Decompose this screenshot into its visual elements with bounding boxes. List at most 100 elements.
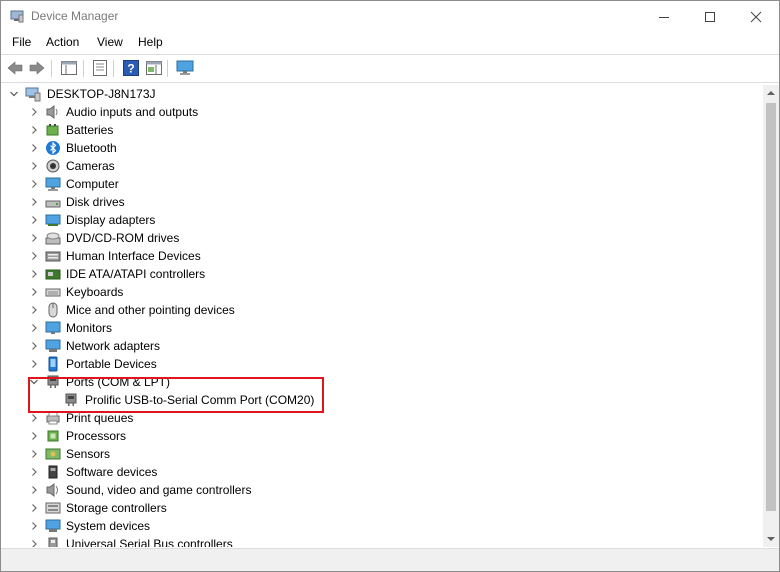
chevron-right-icon[interactable]	[27, 411, 41, 425]
show-hide-console-tree-button[interactable]	[60, 59, 78, 77]
chevron-right-icon[interactable]	[27, 159, 41, 173]
tree-category-row[interactable]: Network adapters	[1, 337, 761, 355]
category-label: Computer	[66, 177, 119, 191]
tree-category-row[interactable]: Portable Devices	[1, 355, 761, 373]
chevron-right-icon[interactable]	[27, 501, 41, 515]
chevron-right-icon[interactable]	[27, 303, 41, 317]
menu-help[interactable]: Help	[138, 35, 163, 49]
sound-controller-icon	[45, 482, 61, 498]
usb-controller-icon	[45, 536, 61, 547]
chevron-right-icon[interactable]	[27, 267, 41, 281]
vertical-scrollbar[interactable]	[763, 85, 779, 547]
tree-category-row[interactable]: Sound, video and game controllers	[1, 481, 761, 499]
chevron-right-icon[interactable]	[27, 357, 41, 371]
chevron-right-icon[interactable]	[27, 285, 41, 299]
chevron-down-icon[interactable]	[7, 87, 21, 101]
keyboard-icon	[45, 284, 61, 300]
tree-category-row[interactable]: Software devices	[1, 463, 761, 481]
menu-view[interactable]: View	[97, 35, 123, 49]
chevron-right-icon[interactable]	[27, 213, 41, 227]
tree-category-row[interactable]: Universal Serial Bus controllers	[1, 535, 761, 547]
forward-arrow-icon	[29, 61, 45, 75]
tree-category-row[interactable]: Keyboards	[1, 283, 761, 301]
action-pane-button[interactable]	[145, 59, 163, 77]
tree-category-row[interactable]: Batteries	[1, 121, 761, 139]
menu-file[interactable]: File	[12, 35, 31, 49]
tree-category-row[interactable]: Bluetooth	[1, 139, 761, 157]
tree-category-row[interactable]: Computer	[1, 175, 761, 193]
chevron-right-icon[interactable]	[27, 537, 41, 547]
tree-category-row[interactable]: Sensors	[1, 445, 761, 463]
tree-category-row[interactable]: System devices	[1, 517, 761, 535]
bluetooth-icon	[45, 140, 61, 156]
tree-category-row[interactable]: Print queues	[1, 409, 761, 427]
battery-icon	[45, 122, 61, 138]
tree-category-row[interactable]: Cameras	[1, 157, 761, 175]
mouse-icon	[45, 302, 61, 318]
back-button[interactable]	[6, 59, 24, 77]
tree-category-row[interactable]: IDE ATA/ATAPI controllers	[1, 265, 761, 283]
chevron-right-icon[interactable]	[27, 429, 41, 443]
category-label: Cameras	[66, 159, 115, 173]
category-label: Processors	[66, 429, 127, 443]
port-icon	[45, 374, 61, 390]
chevron-right-icon[interactable]	[27, 483, 41, 497]
tree-category-row[interactable]: Disk drives	[1, 193, 761, 211]
category-label: IDE ATA/ATAPI controllers	[66, 267, 206, 281]
close-button[interactable]	[733, 1, 779, 32]
tree-category-row[interactable]: Monitors	[1, 319, 761, 337]
tree-category-row[interactable]: Mice and other pointing devices	[1, 301, 761, 319]
scrollbar-thumb[interactable]	[766, 103, 776, 511]
sensor-icon	[45, 446, 61, 462]
chevron-right-icon[interactable]	[27, 231, 41, 245]
chevron-right-icon[interactable]	[27, 339, 41, 353]
system-device-icon	[45, 518, 61, 534]
tree-root-row[interactable]: DESKTOP-J8N173J	[1, 85, 761, 103]
category-label: Monitors	[66, 321, 113, 335]
category-label: DVD/CD-ROM drives	[66, 231, 180, 245]
help-button[interactable]: ?	[122, 59, 140, 77]
tree-category-row[interactable]: Storage controllers	[1, 499, 761, 517]
tree-category-row[interactable]: Display adapters	[1, 211, 761, 229]
scroll-up-arrow-icon[interactable]	[766, 89, 776, 97]
category-label: Storage controllers	[66, 501, 167, 515]
tree-category-row[interactable]: DVD/CD-ROM drives	[1, 229, 761, 247]
menu-bar: File Action View Help	[1, 32, 779, 54]
chevron-right-icon[interactable]	[27, 447, 41, 461]
dvd-drive-icon	[45, 230, 61, 246]
processor-icon	[45, 428, 61, 444]
tree-category-row[interactable]: Human Interface Devices	[1, 247, 761, 265]
tree-category-row[interactable]: Ports (COM & LPT)	[1, 373, 761, 391]
category-label: Universal Serial Bus controllers	[66, 537, 233, 547]
chevron-right-icon[interactable]	[27, 177, 41, 191]
chevron-right-icon[interactable]	[27, 105, 41, 119]
chevron-right-icon[interactable]	[27, 141, 41, 155]
maximize-icon	[704, 11, 716, 23]
chevron-right-icon[interactable]	[27, 321, 41, 335]
chevron-right-icon[interactable]	[27, 123, 41, 137]
category-label: Audio inputs and outputs	[66, 105, 199, 119]
chevron-right-icon[interactable]	[27, 195, 41, 209]
forward-button[interactable]	[28, 59, 46, 77]
chevron-down-icon[interactable]	[27, 375, 41, 389]
minimize-button[interactable]	[641, 1, 687, 32]
device-manager-app-icon	[10, 9, 24, 23]
scan-hardware-changes-button[interactable]	[176, 59, 194, 77]
tree-device-row[interactable]: Prolific USB-to-Serial Comm Port (COM20)	[1, 391, 761, 409]
menu-action[interactable]: Action	[46, 35, 79, 49]
device-manager-window: Device Manager File Action View Help ? D…	[0, 0, 780, 572]
category-label: Portable Devices	[66, 357, 157, 371]
scroll-down-arrow-icon[interactable]	[766, 535, 776, 543]
tree-category-row[interactable]: Audio inputs and outputs	[1, 103, 761, 121]
category-label: Bluetooth	[66, 141, 117, 155]
chevron-right-icon[interactable]	[27, 519, 41, 533]
port-icon	[63, 392, 79, 408]
device-tree[interactable]: DESKTOP-J8N173J Audio inputs and outputs…	[1, 85, 763, 547]
chevron-right-icon[interactable]	[27, 249, 41, 263]
chevron-right-icon[interactable]	[27, 465, 41, 479]
disk-drive-icon	[45, 194, 61, 210]
title-bar[interactable]: Device Manager	[1, 1, 779, 32]
tree-category-row[interactable]: Processors	[1, 427, 761, 445]
properties-button[interactable]	[91, 59, 109, 77]
maximize-button[interactable]	[687, 1, 733, 32]
